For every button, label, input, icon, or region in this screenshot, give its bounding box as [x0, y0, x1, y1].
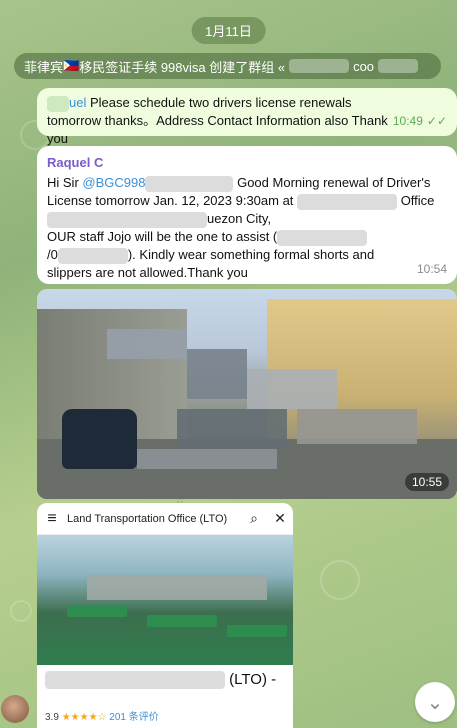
outgoing-message[interactable]: uel Please schedule two drivers license … — [37, 88, 457, 146]
link-preview-card[interactable]: ≡ Land Transportation Office (LTO) ⌕ ✕ (… — [37, 503, 293, 728]
background-doodle — [320, 560, 360, 600]
text-fragment: uezon City, — [207, 211, 272, 226]
close-icon[interactable]: ✕ — [267, 510, 293, 527]
image-bench — [67, 605, 127, 617]
photo-time: 10:55 — [404, 473, 449, 491]
message-time: 10:54 — [416, 262, 447, 276]
reviews-link[interactable]: 201 条评价 — [109, 712, 158, 723]
card-toolbar: ≡ Land Transportation Office (LTO) ⌕ ✕ — [37, 503, 293, 535]
rating-value: 3.9 — [45, 712, 59, 723]
text-fragment: Office — [400, 193, 435, 208]
hamburger-icon[interactable]: ≡ — [37, 510, 67, 528]
redacted-block — [289, 59, 350, 73]
sender-name[interactable]: Raquel C — [47, 154, 447, 172]
card-title[interactable]: (LTO) - — [37, 665, 293, 690]
date-separator: 1月11日 — [191, 17, 266, 44]
redacted-block — [187, 349, 247, 399]
card-bar-title: Land Transportation Office (LTO) — [67, 512, 228, 525]
service-suffix: coo — [353, 58, 375, 74]
search-icon[interactable]: ⌕ — [241, 510, 267, 527]
service-message: 菲律宾 🇵🇭 移民签证手续 998visa 创建了群组 « coo — [14, 53, 441, 79]
service-text: 移民签证手续 998visa 创建了群组 « — [79, 59, 286, 75]
image-bench — [227, 625, 287, 637]
avatar[interactable] — [1, 695, 29, 723]
message-line: Hi Sir @BGC998 Good Morning renewal of D… — [47, 174, 447, 192]
redacted-block — [57, 247, 128, 264]
redacted-block — [47, 95, 69, 112]
redacted-block — [87, 575, 267, 600]
message-line: uezon City, — [47, 210, 447, 228]
text-fragment: License tomorrow Jan. 12, 2023 9:30am at — [47, 193, 294, 208]
card-rating: 3.9 ★★★★☆ 201 条评价 — [37, 708, 167, 723]
photo-car — [62, 409, 137, 469]
text-fragment: /0 — [47, 247, 58, 262]
message-text: uel Please schedule two drivers license … — [47, 94, 407, 148]
message-body: Please schedule two drivers license rene… — [47, 95, 388, 146]
redacted-block — [277, 229, 368, 246]
service-prefix: 菲律宾 — [24, 59, 64, 75]
text-fragment: Good Morning renewal of Driver's — [237, 175, 431, 190]
sender-fragment: uel — [69, 95, 87, 110]
photo-message[interactable]: 10:55 — [37, 289, 457, 499]
flag-icon: 🇵🇭 — [63, 58, 80, 73]
redacted-block — [378, 59, 419, 73]
redacted-block — [297, 409, 417, 444]
star-icons: ★★★★☆ — [61, 712, 107, 723]
redacted-block — [45, 671, 225, 690]
mention-link[interactable]: @BGC998 — [82, 175, 145, 190]
redacted-block — [145, 175, 234, 192]
message-time: 10:49 ✓✓ — [393, 112, 447, 130]
redacted-block — [247, 369, 337, 409]
redacted-block — [107, 329, 187, 359]
message-line: /0). Kindly wear something formal shorts… — [47, 246, 447, 282]
background-doodle — [10, 600, 32, 622]
image-bench — [147, 615, 217, 627]
message-line: License tomorrow Jan. 12, 2023 9:30am at… — [47, 192, 447, 210]
redacted-block — [47, 211, 207, 228]
text-fragment: Hi Sir — [47, 175, 79, 190]
card-image — [37, 535, 293, 665]
redacted-block — [137, 449, 277, 469]
chevron-down-icon: ⌄ — [426, 691, 444, 714]
redacted-block — [177, 409, 287, 449]
time-label: 10:49 — [392, 114, 423, 128]
message-line: OUR staff Jojo will be the one to assist… — [47, 228, 447, 246]
card-title-suffix: (LTO) - — [229, 671, 277, 688]
scroll-down-button[interactable]: ⌄ — [415, 682, 455, 722]
redacted-block — [297, 193, 398, 210]
incoming-message[interactable]: Raquel C Hi Sir @BGC998 Good Morning ren… — [37, 146, 457, 284]
read-ticks-icon: ✓✓ — [426, 114, 447, 128]
text-fragment: OUR staff Jojo will be the one to assist… — [47, 229, 278, 244]
